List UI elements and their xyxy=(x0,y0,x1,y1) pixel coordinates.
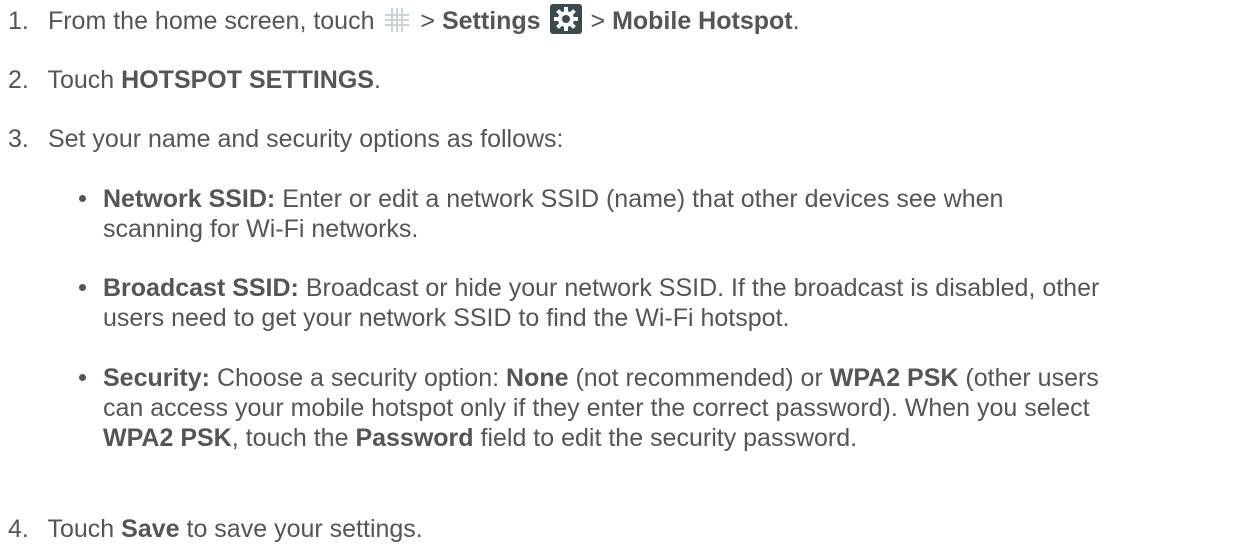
step-text: From the home screen, touch xyxy=(47,7,375,35)
mobile-hotspot-label: Mobile Hotspot xyxy=(612,7,793,35)
hotspot-settings-label: HOTSPOT SETTINGS xyxy=(121,66,374,94)
step-text: Touch xyxy=(47,66,115,94)
step-1: 1. From the home screen, touch > Setting… xyxy=(8,4,1236,36)
step-text: Set your name and security options as fo… xyxy=(47,125,564,153)
settings-label: Settings xyxy=(441,7,541,35)
apps-grid-icon xyxy=(385,8,410,32)
bullet-dot xyxy=(79,374,86,381)
option-wpa2: WPA2 PSK xyxy=(829,364,959,392)
save-label: Save xyxy=(121,515,180,543)
step-number: 4. xyxy=(8,515,29,543)
bullet-security: Security: Choose a security option: None… xyxy=(79,363,1228,453)
bullet-dot xyxy=(79,195,86,202)
step-number: 1. xyxy=(8,7,29,35)
step-2: 2. Touch HOTSPOT SETTINGS. xyxy=(8,66,381,94)
option-wpa2: WPA2 PSK xyxy=(103,424,232,452)
bullet-dot xyxy=(79,284,86,291)
step-4: 4. Touch Save to save your settings. xyxy=(8,514,1236,544)
step-text: to save your settings. xyxy=(186,515,423,543)
bullet-network-ssid: Network SSID: Enter or edit a network SS… xyxy=(79,184,1228,244)
step-number: 2. xyxy=(8,66,29,94)
password-label: Password xyxy=(355,424,474,452)
bullet-term: Security: xyxy=(103,364,210,392)
option-none: None xyxy=(506,364,569,392)
settings-gear-icon xyxy=(549,4,582,34)
bullet-text: users need to get your network SSID to f… xyxy=(103,304,790,332)
bullet-text: scanning for Wi-Fi networks. xyxy=(103,215,419,243)
separator: > xyxy=(590,7,606,35)
bullet-text: Enter or edit a network SSID (name) that… xyxy=(282,185,1004,213)
bullet-text: Broadcast or hide your network SSID. If … xyxy=(305,274,1100,302)
bullet-term: Broadcast SSID: xyxy=(103,274,299,302)
separator: > xyxy=(420,7,436,35)
bullet-broadcast-ssid: Broadcast SSID: Broadcast or hide your n… xyxy=(79,273,1228,333)
step-number: 3. xyxy=(8,125,29,153)
step-3: 3. Set your name and security options as… xyxy=(8,124,1236,154)
step-text: Touch xyxy=(47,515,115,543)
bullet-term: Network SSID: xyxy=(103,185,276,213)
